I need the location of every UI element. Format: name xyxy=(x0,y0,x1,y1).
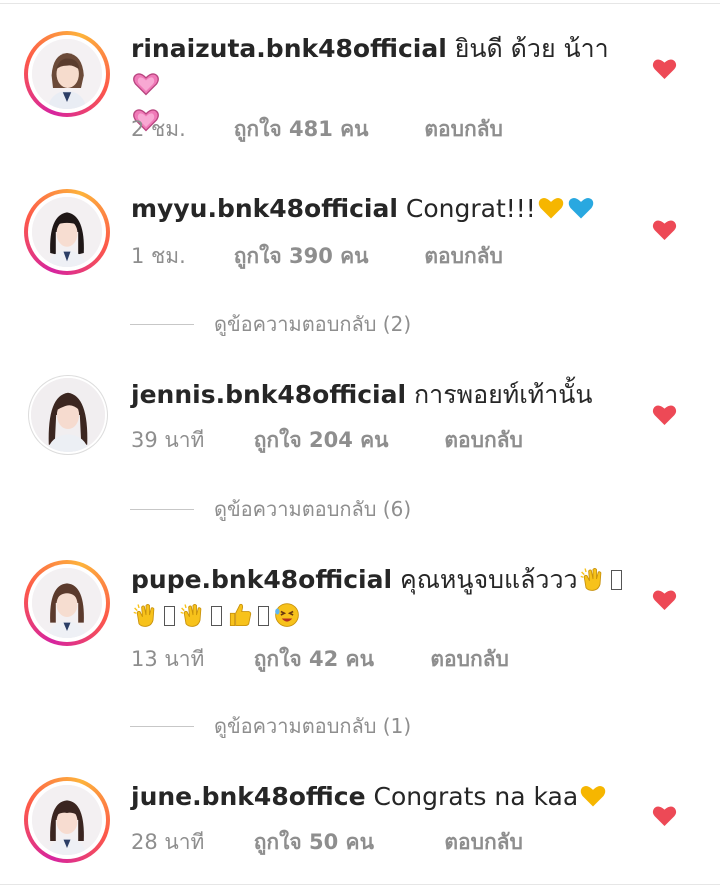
comment-likes[interactable]: ถูกใจ 50 คน xyxy=(254,826,438,859)
comment-time: 1 ชม. xyxy=(131,244,186,268)
view-replies-label[interactable]: ดูข้อความตอบกลับ (2) xyxy=(214,308,411,340)
view-replies-button[interactable]: ดูข้อความตอบกลับ (2) xyxy=(130,309,411,339)
comment-username[interactable]: pupe.bnk48official xyxy=(131,565,392,594)
yellow-heart-icon xyxy=(537,194,565,222)
view-replies-label[interactable]: ดูข้อความตอบกลับ (6) xyxy=(214,493,411,525)
like-heart-icon[interactable] xyxy=(652,57,677,80)
missing-glyph xyxy=(258,606,269,626)
blue-heart-icon xyxy=(567,194,595,222)
clapping-hands-icon xyxy=(132,601,160,629)
avatar[interactable] xyxy=(24,560,110,646)
comment-likes[interactable]: ถูกใจ 42 คน xyxy=(254,643,424,676)
missing-glyph xyxy=(211,606,222,626)
comment-username[interactable]: june.bnk48office xyxy=(131,782,366,811)
like-heart-icon[interactable] xyxy=(652,218,677,241)
profile-photo xyxy=(32,197,102,267)
heart-pink-icon xyxy=(132,70,160,98)
view-replies-button[interactable]: ดูข้อความตอบกลับ (6) xyxy=(130,494,411,524)
comment-text: Congrat!!! xyxy=(405,194,536,223)
top-divider xyxy=(0,3,720,4)
comment-likes[interactable]: ถูกใจ 481 คน xyxy=(234,113,418,146)
comment-text: Congrats na kaa xyxy=(373,782,579,811)
replies-divider-line xyxy=(130,725,194,727)
replies-divider-line xyxy=(130,323,194,325)
reply-button[interactable]: ตอบกลับ xyxy=(430,643,509,676)
replies-divider-line xyxy=(130,508,194,510)
comment-text: ยินดี ด้วย น้าา xyxy=(454,34,609,63)
like-heart-icon[interactable] xyxy=(652,588,677,611)
avatar[interactable] xyxy=(24,189,110,275)
like-heart-icon[interactable] xyxy=(652,403,677,426)
avatar[interactable] xyxy=(28,375,108,455)
clapping-hands-icon xyxy=(179,601,207,629)
yellow-heart-icon xyxy=(579,782,607,810)
missing-glyph xyxy=(610,570,622,590)
comment-time: 13 นาที xyxy=(131,647,205,671)
missing-glyph xyxy=(164,606,175,626)
reply-button[interactable]: ตอบกลับ xyxy=(444,424,523,457)
comment-time: 39 นาที xyxy=(131,428,205,452)
comment-likes[interactable]: ถูกใจ 204 คน xyxy=(254,424,438,457)
comment-username[interactable]: rinaizuta.bnk48official xyxy=(131,34,447,63)
avatar[interactable] xyxy=(24,777,110,863)
view-replies-button[interactable]: ดูข้อความตอบกลับ (1) xyxy=(130,711,411,741)
comment-time: 28 นาที xyxy=(131,830,205,854)
bottom-divider xyxy=(0,884,720,885)
reply-button[interactable]: ตอบกลับ xyxy=(424,240,503,273)
like-heart-icon[interactable] xyxy=(652,804,677,827)
comment-text: การพอยท์เท้านั้น xyxy=(414,380,593,409)
comment-username[interactable]: jennis.bnk48official xyxy=(131,380,406,409)
reply-button[interactable]: ตอบกลับ xyxy=(424,113,503,146)
comment-username[interactable]: myyu.bnk48official xyxy=(131,194,398,223)
reply-button[interactable]: ตอบกลับ xyxy=(444,826,523,859)
profile-photo xyxy=(32,785,102,855)
comment-time: 2 ชม. xyxy=(131,117,186,141)
tired-face-icon xyxy=(273,601,301,629)
profile-photo xyxy=(32,568,102,638)
clapping-hands-icon xyxy=(579,565,607,593)
comment-likes[interactable]: ถูกใจ 390 คน xyxy=(234,240,418,273)
profile-photo xyxy=(31,378,105,452)
comment-text: คุณหนูจบแล้ววว xyxy=(400,565,578,594)
avatar[interactable] xyxy=(24,31,110,117)
profile-photo xyxy=(32,39,102,109)
thumbs-up-icon xyxy=(226,601,254,629)
view-replies-label[interactable]: ดูข้อความตอบกลับ (1) xyxy=(214,710,411,742)
